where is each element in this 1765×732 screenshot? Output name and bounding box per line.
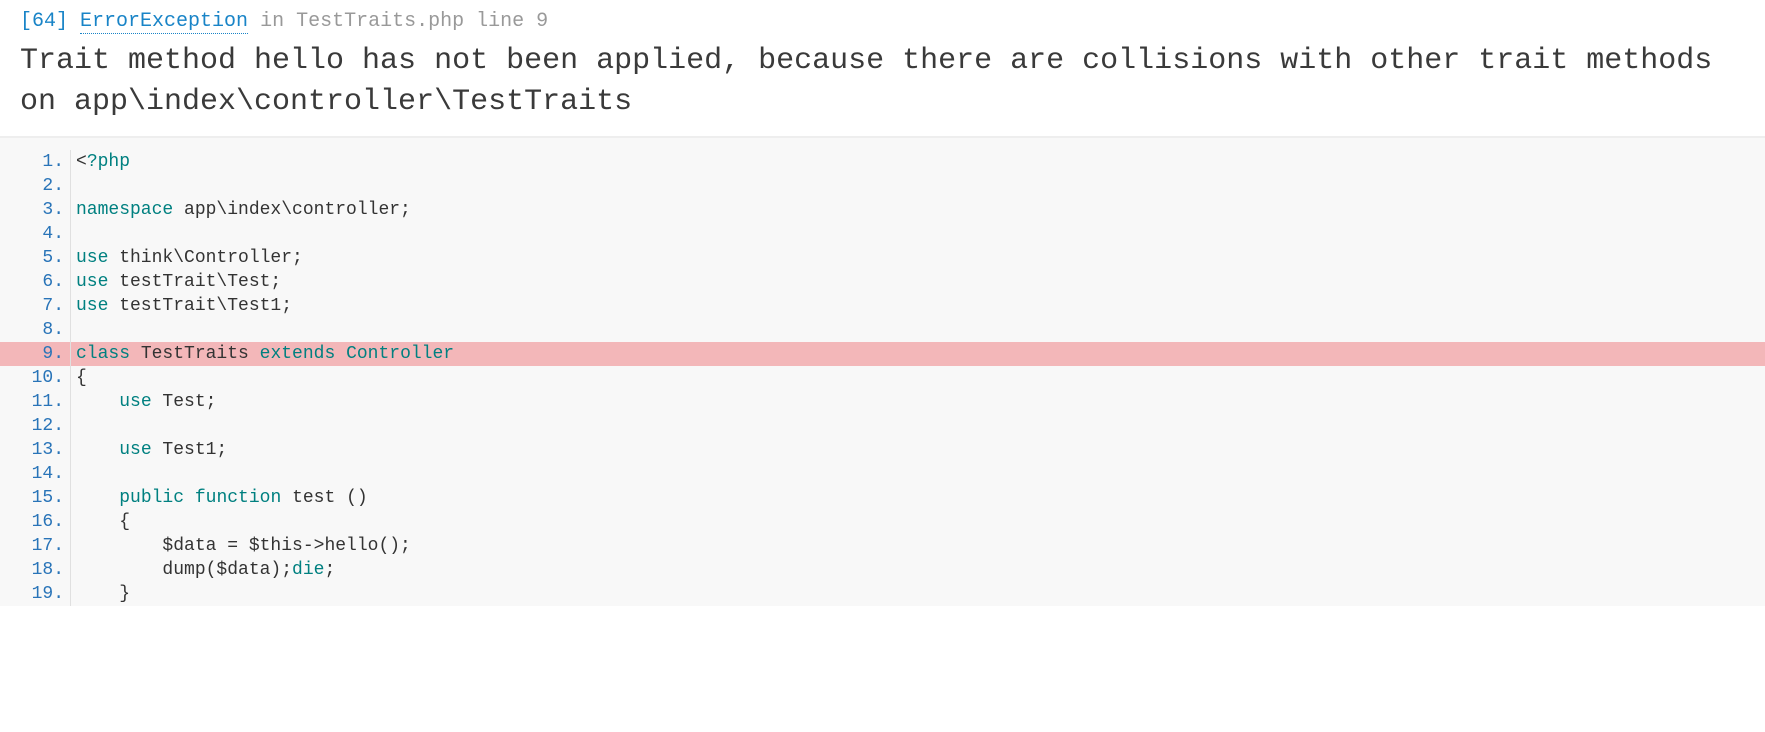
code-token: use bbox=[76, 248, 108, 268]
error-message: Trait method hello has not been applied,… bbox=[20, 39, 1745, 128]
gutter-divider bbox=[70, 246, 71, 270]
gutter-divider bbox=[70, 318, 71, 342]
code-token bbox=[76, 392, 119, 412]
code-line: use Test1; bbox=[0, 438, 1765, 462]
code-token: extends bbox=[260, 344, 336, 364]
gutter-divider bbox=[70, 414, 71, 438]
code-token: Controller bbox=[335, 344, 454, 364]
code-line: } bbox=[0, 582, 1765, 606]
gutter-divider bbox=[70, 342, 71, 366]
gutter-divider bbox=[70, 174, 71, 198]
code-token bbox=[184, 488, 195, 508]
code-token: $data = $this->hello(); bbox=[76, 536, 411, 556]
code-line: public function test () bbox=[0, 486, 1765, 510]
error-summary: [64] ErrorException in TestTraits.php li… bbox=[20, 10, 1745, 33]
code-line bbox=[0, 318, 1765, 342]
gutter-divider bbox=[70, 510, 71, 534]
code-line bbox=[0, 462, 1765, 486]
gutter-divider bbox=[70, 486, 71, 510]
error-header: [64] ErrorException in TestTraits.php li… bbox=[0, 0, 1765, 137]
code-token: use bbox=[119, 392, 151, 412]
code-token: function bbox=[195, 488, 281, 508]
code-token: think\Controller; bbox=[108, 248, 302, 268]
code-line: use testTrait\Test1; bbox=[0, 294, 1765, 318]
code-line: dump($data);die; bbox=[0, 558, 1765, 582]
code-token: ; bbox=[324, 560, 335, 580]
code-token: public bbox=[119, 488, 184, 508]
error-in: in bbox=[260, 10, 284, 33]
code-token: die bbox=[292, 560, 324, 580]
error-code: [64] bbox=[20, 10, 68, 33]
code-token bbox=[76, 488, 119, 508]
code-token: class bbox=[76, 344, 130, 364]
gutter-divider bbox=[70, 150, 71, 174]
code-line: { bbox=[0, 510, 1765, 534]
gutter-divider bbox=[70, 198, 71, 222]
code-token: TestTraits bbox=[130, 344, 260, 364]
code-token: { bbox=[76, 368, 87, 388]
code-line: $data = $this->hello(); bbox=[0, 534, 1765, 558]
code-line: use testTrait\Test; bbox=[0, 270, 1765, 294]
code-token: < bbox=[76, 152, 87, 172]
source-code-list: <?php namespace app\index\controller; us… bbox=[0, 150, 1765, 606]
gutter-divider bbox=[70, 582, 71, 606]
code-line bbox=[0, 414, 1765, 438]
code-token: testTrait\Test; bbox=[108, 272, 281, 292]
gutter-divider bbox=[70, 462, 71, 486]
code-line: { bbox=[0, 366, 1765, 390]
code-token: testTrait\Test1; bbox=[108, 296, 292, 316]
gutter-divider bbox=[70, 366, 71, 390]
gutter-divider bbox=[70, 222, 71, 246]
code-token: use bbox=[76, 272, 108, 292]
code-token: Test1; bbox=[152, 440, 228, 460]
code-token: test () bbox=[281, 488, 367, 508]
code-line: use Test; bbox=[0, 390, 1765, 414]
code-token: { bbox=[76, 512, 130, 532]
code-token: app\index\controller; bbox=[173, 200, 411, 220]
code-line: <?php bbox=[0, 150, 1765, 174]
code-line: use think\Controller; bbox=[0, 246, 1765, 270]
code-token: ?php bbox=[87, 152, 130, 172]
source-code-block: <?php namespace app\index\controller; us… bbox=[0, 137, 1765, 606]
gutter-divider bbox=[70, 270, 71, 294]
code-line: namespace app\index\controller; bbox=[0, 198, 1765, 222]
code-token: dump($data); bbox=[76, 560, 292, 580]
code-token: } bbox=[76, 584, 130, 604]
error-class[interactable]: ErrorException bbox=[80, 10, 248, 34]
code-token: Test; bbox=[152, 392, 217, 412]
error-location: TestTraits.php line 9 bbox=[296, 10, 548, 33]
gutter-divider bbox=[70, 390, 71, 414]
code-line: class TestTraits extends Controller bbox=[0, 342, 1765, 366]
code-line bbox=[0, 174, 1765, 198]
code-line bbox=[0, 222, 1765, 246]
code-token: use bbox=[119, 440, 151, 460]
gutter-divider bbox=[70, 558, 71, 582]
gutter-divider bbox=[70, 534, 71, 558]
gutter-divider bbox=[70, 294, 71, 318]
code-token: namespace bbox=[76, 200, 173, 220]
code-token: use bbox=[76, 296, 108, 316]
gutter-divider bbox=[70, 438, 71, 462]
code-token bbox=[76, 440, 119, 460]
